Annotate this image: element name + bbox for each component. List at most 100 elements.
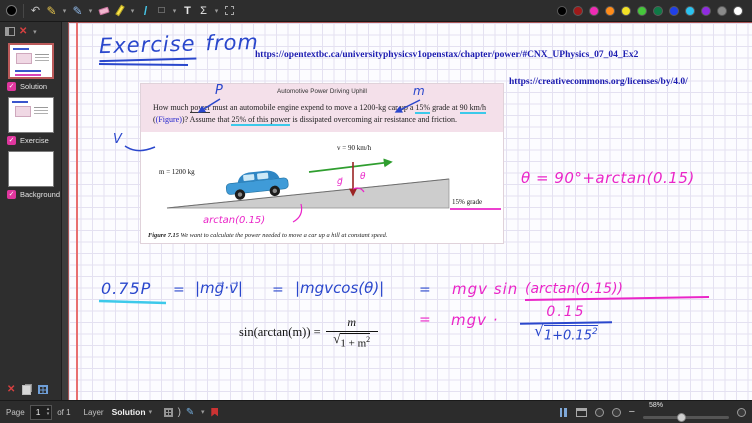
chevron-down-icon[interactable]: ▾	[199, 408, 206, 416]
preview-mark	[13, 48, 29, 50]
color-swatch[interactable]	[573, 6, 583, 16]
layer-visibility-checkbox[interactable]: ✓	[7, 82, 16, 91]
layer-dropdown[interactable]: Solution ▾	[109, 405, 159, 420]
preview-mark	[15, 106, 31, 117]
chevron-down-icon[interactable]: ▾	[129, 3, 136, 19]
zoom-original-icon[interactable]	[737, 408, 746, 417]
delete-layer-icon[interactable]: ✕	[7, 384, 15, 395]
sidebar-toolbar: ✕ ▾	[0, 24, 43, 39]
identity-lhs: sin(arctan(m)) =	[239, 325, 321, 340]
preview-mark	[12, 101, 28, 103]
line-tool-icon[interactable]: /	[139, 3, 152, 19]
chevron-down-icon[interactable]: ▾	[87, 3, 94, 19]
shape-tool-icon[interactable]: □	[155, 3, 168, 19]
color-swatch[interactable]	[701, 6, 711, 16]
page-number-spinner[interactable]: 1 ▴▾	[30, 405, 53, 420]
bookmark-icon[interactable]	[211, 408, 218, 417]
preview-pane-icon[interactable]	[5, 27, 15, 36]
layer-preview-solution[interactable]	[8, 43, 54, 79]
text-segment: is dissipated overcoming air resistance …	[290, 115, 457, 124]
pen-tool-icon[interactable]: ✎	[71, 3, 84, 19]
layer-row-background[interactable]: ✓ Background	[0, 187, 67, 201]
layer-label: Solution	[20, 82, 47, 91]
problem-statement-box: Automotive Power Driving Uphill How much…	[141, 84, 503, 132]
select-tool-icon[interactable]	[223, 3, 236, 19]
power-annotation: P	[215, 83, 223, 98]
work-lhs: 0.75P	[101, 279, 151, 298]
selection-rect-icon	[225, 6, 234, 15]
pencil-tool-icon[interactable]: ✎	[45, 3, 58, 19]
chevron-down-icon[interactable]: ▾	[171, 3, 178, 19]
color-swatch[interactable]	[653, 6, 663, 16]
layer-preview-background[interactable]	[8, 151, 54, 187]
grid-icon	[164, 408, 173, 417]
chevron-down-icon[interactable]: ▾	[31, 28, 38, 36]
color-swatch[interactable]	[669, 6, 679, 16]
layer-row-exercise[interactable]: ✓ Exercise	[0, 133, 56, 147]
zoom-out-icon[interactable]: −	[629, 406, 635, 418]
equals-sign: =	[272, 282, 284, 298]
page-heading: Exercisefrom	[99, 30, 259, 58]
theta-equation: θ = 90°+arctan(0.15)	[521, 169, 695, 187]
problem-image-block[interactable]: Automotive Power Driving Uphill How much…	[141, 84, 503, 243]
layer-visibility-checkbox[interactable]: ✓	[7, 190, 16, 199]
text-tool-icon[interactable]: T	[181, 3, 194, 19]
layer-preview-exercise[interactable]	[8, 97, 54, 133]
notebook-page[interactable]: Exercisefrom https://opentextbc.ca/unive…	[68, 22, 752, 400]
shape-recognizer-icon[interactable]: )	[178, 407, 181, 418]
figure-link[interactable]: (Figure)	[156, 115, 182, 124]
typeset-identity: sin(arctan(m)) = m √1 + m2	[239, 315, 378, 350]
page-number-value: 1	[36, 407, 44, 417]
incline-diagram: v = 90 km/h m = 1200 kg g⃗ θ arctan(0.15…	[141, 132, 503, 229]
fit-page-icon[interactable]	[612, 408, 621, 417]
color-swatch[interactable]	[589, 6, 599, 16]
mass-annotation: m	[413, 84, 425, 98]
snap-grid-icon[interactable]	[164, 408, 173, 417]
color-swatch[interactable]	[557, 6, 567, 16]
chevron-down-icon[interactable]: ▾	[61, 3, 68, 19]
undo-icon[interactable]: ↶	[29, 3, 42, 19]
copy-icon	[22, 385, 31, 395]
fullscreen-icon[interactable]	[576, 408, 587, 417]
layer-dropdown-value: Solution	[112, 407, 146, 417]
flag-icon	[211, 408, 218, 417]
eraser-icon	[98, 6, 109, 15]
source-url[interactable]: https://opentextbc.ca/universityphysicsv…	[255, 50, 638, 60]
preview-mark	[16, 53, 32, 64]
fraction-denominator: √1 + m2	[333, 333, 370, 350]
dual-page-icon[interactable]	[559, 405, 568, 420]
current-color-swatch[interactable]	[5, 3, 18, 19]
preview-mark	[34, 107, 48, 108]
color-swatch[interactable]	[685, 6, 695, 16]
black-color-icon	[6, 5, 17, 16]
duplicate-layer-icon[interactable]	[22, 385, 31, 395]
chevron-down-icon[interactable]: ▾	[213, 3, 220, 19]
color-swatch[interactable]	[637, 6, 647, 16]
layer-visibility-checkbox[interactable]: ✓	[7, 136, 16, 145]
fraction-numerator: m	[347, 315, 356, 330]
arctan-annotation: arctan(0.15)	[203, 215, 265, 226]
grid-view-icon[interactable]	[38, 385, 48, 394]
text-segment: must an automobile engine expend to move…	[210, 103, 415, 112]
math-tex-tool-icon[interactable]: Σ	[197, 3, 210, 19]
app-window: ↶ ✎ ▾ ✎ ▾ ▾ / □ ▾ T Σ ▾	[0, 0, 752, 423]
highlighter-tool-icon[interactable]	[113, 3, 126, 19]
color-swatch[interactable]	[717, 6, 727, 16]
circle-icon	[737, 408, 746, 417]
fit-width-icon[interactable]	[595, 408, 604, 417]
spinner-arrows-icon[interactable]: ▴▾	[47, 407, 50, 417]
pen-indicator-icon[interactable]: ✎	[186, 407, 194, 418]
zoom-slider-handle[interactable]	[677, 413, 686, 422]
canvas-area[interactable]: Exercisefrom https://opentextbc.ca/unive…	[62, 22, 752, 400]
heading-word: Exercise	[99, 32, 196, 63]
license-url[interactable]: https://creativecommons.org/licenses/by/…	[509, 77, 688, 87]
zoom-slider[interactable]	[643, 416, 729, 419]
layer-row-solution[interactable]: ✓ Solution	[0, 79, 54, 93]
text-segment: power	[190, 103, 210, 113]
eraser-tool-icon[interactable]	[97, 3, 110, 19]
layer-field-label: Layer	[84, 408, 104, 417]
close-sidebar-icon[interactable]: ✕	[19, 26, 27, 37]
color-swatch[interactable]	[733, 6, 743, 16]
color-swatch[interactable]	[605, 6, 615, 16]
color-swatch[interactable]	[621, 6, 631, 16]
